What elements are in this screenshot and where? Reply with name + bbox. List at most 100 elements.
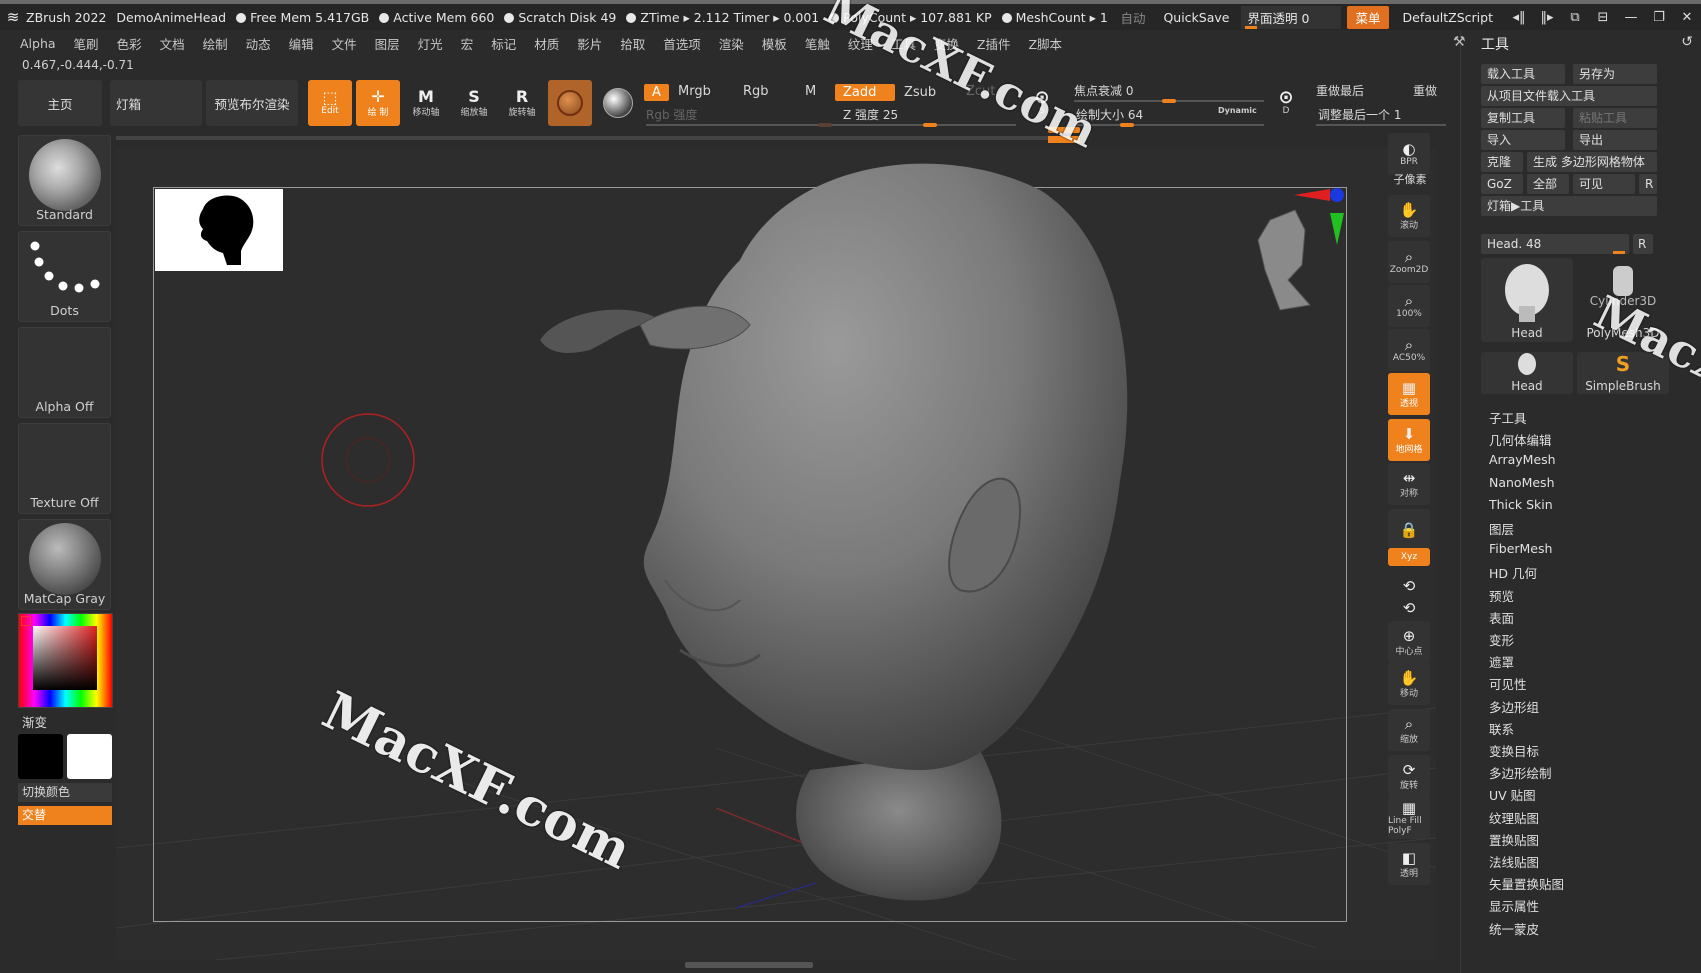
tool-subpalette-item[interactable]: UV 贴图 [1489, 785, 1536, 804]
menu-item[interactable]: 文档 [160, 34, 185, 53]
tool-subpalette-item[interactable]: NanoMesh [1489, 475, 1555, 490]
tool-action-button[interactable]: 克隆 [1481, 152, 1523, 172]
shelf-button[interactable]: ⇹ 对称 [1388, 463, 1430, 505]
menu-item[interactable]: 标记 [491, 34, 516, 53]
alternate-button[interactable]: 交替 [18, 806, 112, 825]
alpha-selector[interactable]: Alpha Off [18, 327, 111, 418]
menu-item[interactable]: 灯光 [418, 34, 443, 53]
tool-subpalette-item[interactable]: 变换目标 [1489, 741, 1539, 760]
a-button[interactable]: A [644, 84, 669, 101]
tool-subpalette-item[interactable]: 显示属性 [1489, 896, 1539, 915]
maximize-icon[interactable]: ❐ [1645, 10, 1673, 25]
shelf-button[interactable]: ⬇ 地网格 [1388, 419, 1430, 461]
color-picker[interactable] [18, 613, 113, 708]
rgb-intensity-knob[interactable] [818, 123, 832, 127]
redo-button[interactable]: 重做 [1413, 82, 1437, 99]
menu-item[interactable]: 笔刷 [74, 34, 99, 53]
menu-item[interactable]: 色彩 [117, 34, 142, 53]
menu-item[interactable]: 绘制 [203, 34, 228, 53]
tool-action-button[interactable]: 可见 [1573, 174, 1635, 194]
tool-subpalette-item[interactable]: 多边形绘制 [1489, 763, 1552, 782]
tool-subpalette-item[interactable]: 矢量置换贴图 [1489, 874, 1564, 893]
shelf-button[interactable]: Xyz [1388, 548, 1430, 566]
dynamic-toggle[interactable]: Dynamic [1218, 106, 1257, 115]
material-selector[interactable]: MatCap Gray [18, 519, 111, 610]
draw-size-knob[interactable] [1120, 123, 1134, 127]
minimize-icon[interactable]: — [1617, 10, 1645, 25]
shelf-button[interactable]: ▦ Line Fill PolyF [1388, 797, 1430, 839]
tool-subpalette-item[interactable]: 遮罩 [1489, 652, 1514, 671]
tool-subpalette-item[interactable]: 图层 [1489, 519, 1514, 538]
tool-subpalette-item[interactable]: 预览 [1489, 586, 1514, 605]
tool-action-button[interactable]: 导入 [1481, 130, 1565, 150]
tool-subpalette-item[interactable]: 统一蒙皮 [1489, 919, 1539, 938]
shelf-button[interactable]: ⌕ 100% [1388, 285, 1430, 327]
tool-action-button[interactable]: R [1639, 174, 1657, 194]
rgb-button[interactable]: Rgb [743, 84, 769, 99]
z-intensity-knob[interactable] [923, 123, 937, 127]
tool-action-button[interactable]: 粘贴工具 [1573, 108, 1657, 128]
brush-selector[interactable]: Standard [18, 135, 111, 226]
tool-subpalette-item[interactable]: Thick Skin [1489, 497, 1553, 512]
menu-item[interactable]: 图层 [375, 34, 400, 53]
tool-action-button[interactable]: 生成 多边形网格物体 [1527, 152, 1657, 172]
tool-subpalette-item[interactable]: 表面 [1489, 608, 1514, 627]
focal-shift-knob[interactable] [1162, 99, 1176, 103]
menu-item[interactable]: 宏 [461, 34, 474, 53]
tool-subpalette-item[interactable]: ArrayMesh [1489, 452, 1556, 467]
tool-subpalette-item[interactable]: 纹理贴图 [1489, 808, 1539, 827]
tool-tile-head-small[interactable]: Head [1481, 352, 1573, 394]
navigation-thumbnail[interactable] [155, 189, 283, 271]
shelf-button[interactable]: ▦ 透视 [1388, 373, 1430, 415]
reset-icon[interactable]: ↺ [1681, 34, 1693, 50]
menu-item[interactable]: 拾取 [620, 34, 645, 53]
shelf-button[interactable]: ✋ 移动 [1388, 663, 1430, 705]
menu-item[interactable]: 编辑 [289, 34, 314, 53]
menu-button[interactable]: 菜单 [1347, 5, 1389, 29]
pin-icon[interactable]: ⚒ [1453, 34, 1466, 50]
transparency-knob[interactable] [1245, 25, 1258, 29]
rgb-intensity-slider[interactable]: Rgb 强度 [646, 106, 697, 123]
adjust-last-track[interactable] [1316, 124, 1446, 126]
menu-item[interactable]: 渲染 [719, 34, 744, 53]
layout-next-icon[interactable]: ‖▸ [1533, 10, 1561, 25]
focal-shift-slider[interactable]: 焦点衰减 0 [1074, 82, 1133, 99]
switch-color-button[interactable]: 切换颜色 [18, 783, 112, 802]
menu-item[interactable]: 影片 [577, 34, 602, 53]
z-intensity-slider[interactable]: Z 强度 25 [843, 106, 898, 123]
shelf-button[interactable]: ◐ BPR [1388, 133, 1430, 175]
tool-subpalette-item[interactable]: 联系 [1489, 719, 1514, 738]
transparency-slider[interactable]: 界面透明 0 [1241, 5, 1342, 29]
tool-subpalette-item[interactable]: 子工具 [1489, 408, 1527, 427]
home-button[interactable]: 主页 [18, 80, 102, 126]
3d-head-model[interactable] [540, 150, 1180, 910]
head-slider-knob[interactable] [1613, 251, 1625, 254]
shelf-button[interactable]: ✋ 滚动 [1388, 195, 1430, 237]
color-marker[interactable] [21, 616, 31, 626]
material-sphere-button[interactable] [548, 80, 592, 126]
tool-subpalette-item[interactable]: 变形 [1489, 630, 1514, 649]
menu-item[interactable]: 文件 [332, 34, 357, 53]
tool-action-button[interactable]: 全部 [1527, 174, 1569, 194]
tool-subpalette-item[interactable]: 法线贴图 [1489, 852, 1539, 871]
tool-subpalette-item[interactable]: 多边形组 [1489, 697, 1539, 716]
tool-subpalette-item[interactable]: FiberMesh [1489, 541, 1552, 556]
texture-selector[interactable]: Texture Off [18, 423, 111, 514]
shelf-button[interactable]: ⟳ 旋转 [1388, 755, 1430, 797]
shelf-button[interactable]: ⌕ Zoom2D [1388, 241, 1430, 283]
tool-subpalette-item[interactable]: 可见性 [1489, 674, 1527, 693]
head-slider[interactable]: Head. 48 [1481, 234, 1629, 254]
tool-subpalette-item[interactable]: 置换贴图 [1489, 830, 1539, 849]
zsub-button[interactable]: Zsub [904, 85, 936, 100]
tool-action-button[interactable]: 导出 [1573, 130, 1657, 150]
d-button[interactable]: ⊙ D [1268, 80, 1304, 126]
tool-action-button[interactable]: 复制工具 [1481, 108, 1565, 128]
gradient-label[interactable]: 渐变 [22, 712, 47, 731]
draw-size-track[interactable] [1074, 124, 1264, 126]
color-sphere-button[interactable] [596, 80, 640, 126]
shelf-button[interactable]: ⟲ [1388, 599, 1430, 617]
lightbox-button[interactable]: 灯箱 [110, 80, 202, 126]
orientation-widget[interactable] [1240, 185, 1350, 315]
shelf-button[interactable]: ⟲ [1388, 577, 1430, 595]
color-square[interactable] [33, 626, 97, 690]
